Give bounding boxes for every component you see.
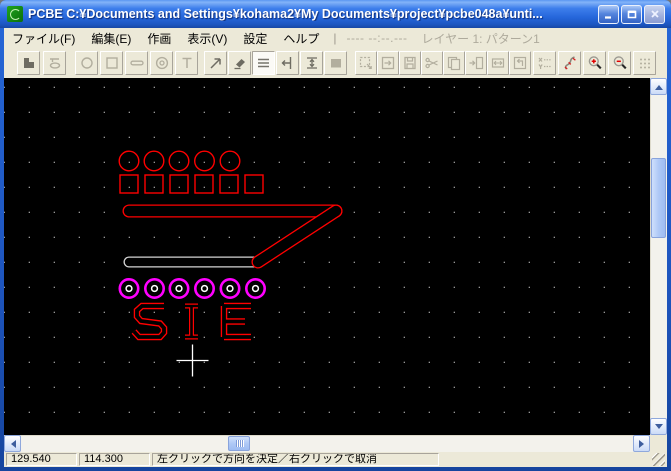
pointer-tool-button[interactable] bbox=[204, 51, 227, 75]
stretch-tool-button[interactable] bbox=[300, 51, 323, 75]
status-message: 左クリックで方向を決定／右クリックで取消 bbox=[152, 453, 439, 466]
select-area-icon bbox=[359, 56, 372, 69]
save-icon bbox=[404, 56, 416, 70]
mirror-horizontal-button[interactable] bbox=[487, 51, 509, 75]
eraser-icon bbox=[234, 59, 245, 70]
land-pattern-icon bbox=[23, 58, 34, 68]
menu-file[interactable]: ファイル(F) bbox=[4, 28, 83, 49]
menu-view[interactable]: 表示(V) bbox=[179, 28, 235, 49]
rectangle-tool-button[interactable] bbox=[100, 51, 123, 75]
rotate-block-button[interactable] bbox=[509, 51, 531, 75]
horizontal-scroll-thumb[interactable] bbox=[228, 436, 250, 451]
paste-button[interactable] bbox=[465, 51, 487, 75]
line-end-tool-button[interactable] bbox=[276, 51, 299, 75]
zoom-out-button[interactable] bbox=[608, 51, 631, 75]
arrow-up-icon bbox=[654, 81, 663, 90]
eraser-tool-button[interactable] bbox=[228, 51, 251, 75]
title-bar[interactable]: PCBE C:¥Documents and Settings¥kohama2¥M… bbox=[0, 0, 671, 28]
close-button[interactable] bbox=[644, 4, 665, 24]
pointer-icon bbox=[209, 58, 221, 69]
filled-rect-icon bbox=[330, 59, 341, 68]
pcb-canvas[interactable] bbox=[4, 78, 650, 435]
cut-button[interactable] bbox=[421, 51, 443, 75]
circle-icon bbox=[80, 57, 93, 69]
land-pattern-button[interactable] bbox=[17, 51, 40, 75]
zoom-in-button[interactable] bbox=[583, 51, 606, 75]
pad-icon bbox=[155, 56, 168, 70]
copy-icon bbox=[447, 56, 461, 71]
time-placeholder: ---- --:--.--- bbox=[346, 31, 408, 45]
vertical-scrollbar[interactable] bbox=[650, 78, 667, 435]
scroll-left-button[interactable] bbox=[4, 435, 21, 452]
status-x-coordinate: 129.540 bbox=[6, 453, 77, 466]
menu-separator: | bbox=[333, 31, 337, 45]
status-bar: 129.540 114.300 左クリックで方向を決定／右クリックで取消 bbox=[4, 452, 667, 467]
circle-tool-button[interactable] bbox=[75, 51, 98, 75]
text-icon bbox=[182, 57, 191, 68]
move-area-button[interactable] bbox=[377, 51, 399, 75]
xy-coords-icon bbox=[538, 57, 551, 69]
pad-tool-button[interactable] bbox=[150, 51, 173, 75]
status-y-coordinate: 114.300 bbox=[79, 453, 150, 466]
stretch-icon bbox=[306, 57, 317, 69]
menu-edit[interactable]: 編集(E) bbox=[83, 28, 139, 49]
scroll-right-button[interactable] bbox=[633, 435, 650, 452]
copy-button[interactable] bbox=[443, 51, 465, 75]
minimize-button[interactable] bbox=[598, 4, 619, 24]
outline-tool-icon bbox=[49, 58, 60, 69]
window-title: PCBE C:¥Documents and Settings¥kohama2¥M… bbox=[28, 7, 543, 21]
xy-input-button[interactable] bbox=[533, 51, 556, 75]
line-seg-tool-button[interactable] bbox=[125, 51, 148, 75]
arrow-left-icon bbox=[7, 439, 16, 448]
layer-indicator: レイヤー 1: パターン1 bbox=[421, 31, 540, 46]
arrow-down-icon bbox=[654, 423, 663, 433]
filled-rect-tool-button[interactable] bbox=[324, 51, 347, 75]
text-tool-button[interactable] bbox=[175, 51, 198, 75]
vertical-scroll-thumb[interactable] bbox=[651, 158, 666, 238]
grid-setting-button[interactable] bbox=[633, 51, 656, 75]
move-area-icon bbox=[381, 56, 395, 70]
pcb-drawing bbox=[118, 150, 343, 377]
line-end-icon bbox=[281, 57, 291, 69]
pcbe-window: PCBE C:¥Documents and Settings¥kohama2¥M… bbox=[0, 0, 671, 471]
draw-lines-icon bbox=[257, 58, 269, 68]
menu-settings[interactable]: 設定 bbox=[235, 28, 275, 49]
app-icon bbox=[7, 6, 23, 22]
menu-bar: ファイル(F) 編集(E) 作画 表示(V) 設定 ヘルプ | ---- --:… bbox=[4, 28, 667, 48]
maximize-icon bbox=[627, 10, 636, 19]
rectangle-icon bbox=[105, 57, 118, 69]
resize-grip[interactable] bbox=[652, 453, 665, 466]
mirror-icon bbox=[491, 58, 505, 68]
rotate-icon bbox=[513, 56, 527, 70]
net-check-icon bbox=[564, 56, 576, 70]
close-icon bbox=[650, 10, 659, 18]
paste-icon bbox=[469, 56, 484, 70]
net-check-button[interactable] bbox=[558, 51, 581, 75]
line-segment-icon bbox=[129, 60, 144, 66]
scrollbar-corner bbox=[650, 435, 667, 452]
scroll-down-button[interactable] bbox=[650, 418, 667, 435]
menu-draw[interactable]: 作画 bbox=[139, 28, 179, 49]
menu-help[interactable]: ヘルプ bbox=[275, 28, 327, 49]
arrow-right-icon bbox=[638, 439, 648, 448]
save-block-button[interactable] bbox=[399, 51, 421, 75]
horizontal-scrollbar[interactable] bbox=[4, 435, 650, 452]
draw-line-tool-button[interactable] bbox=[252, 51, 275, 75]
scroll-up-button[interactable] bbox=[650, 78, 667, 95]
zoom-in-icon bbox=[588, 56, 602, 70]
select-area-button[interactable] bbox=[355, 51, 377, 75]
maximize-button[interactable] bbox=[621, 4, 642, 24]
zoom-out-icon bbox=[613, 56, 627, 70]
grid-icon bbox=[639, 58, 650, 69]
minimize-icon bbox=[604, 16, 611, 19]
outline-tool-button[interactable] bbox=[43, 51, 66, 75]
scissors-icon bbox=[425, 57, 438, 69]
toolbar bbox=[4, 48, 667, 78]
